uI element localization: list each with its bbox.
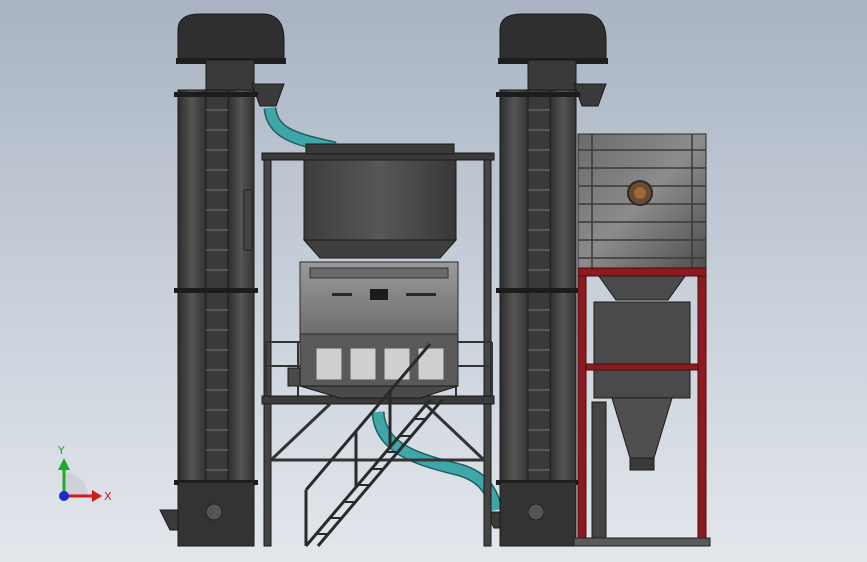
- plant-diagram: Y X: [57, 13, 711, 547]
- color-sorter: [287, 261, 459, 399]
- elevator-right: [485, 13, 608, 547]
- coordinate-triad: Y X: [57, 444, 112, 503]
- y-axis-label: Y: [57, 444, 65, 457]
- z-axis-dot: [59, 491, 69, 501]
- silo-bin: [577, 133, 707, 547]
- storage-hopper: [302, 143, 458, 259]
- x-axis-label: X: [104, 490, 112, 503]
